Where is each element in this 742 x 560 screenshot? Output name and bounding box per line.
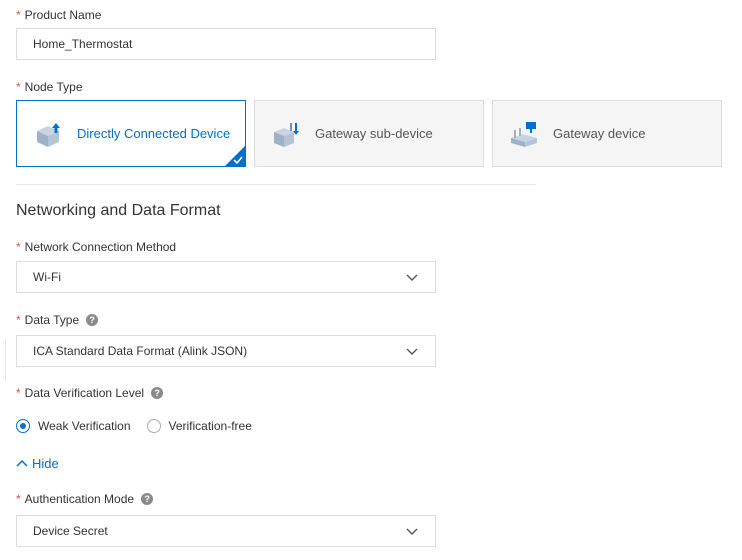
section-title: Networking and Data Format: [16, 202, 221, 219]
data-type-select[interactable]: ICA Standard Data Format (Alink JSON): [16, 335, 436, 367]
weak-verification-radio[interactable]: Weak Verification: [16, 419, 131, 433]
verification-label: * Data Verification Level ?: [16, 386, 164, 400]
section-divider: [16, 184, 536, 185]
radio-unchecked-icon: [146, 419, 161, 433]
panel-resize-handle[interactable]: [0, 340, 6, 380]
gateway-icon: [511, 121, 537, 147]
chevron-up-icon: [16, 459, 28, 467]
node-type-label: * Node Type: [16, 80, 83, 94]
network-method-label: * Network Connection Method: [16, 240, 177, 254]
node-type-gateway-card[interactable]: Gateway device: [492, 100, 722, 167]
product-name-label: * Product Name: [16, 8, 102, 22]
network-method-select[interactable]: Wi-Fi: [16, 261, 436, 293]
help-icon[interactable]: ?: [86, 314, 99, 326]
sub-device-icon: [274, 122, 299, 147]
chevron-down-icon: [406, 348, 418, 355]
help-icon[interactable]: ?: [151, 387, 164, 399]
node-type-sub-device-card[interactable]: Gateway sub-device: [254, 100, 484, 167]
chevron-down-icon: [406, 528, 418, 535]
direct-device-icon: [37, 122, 60, 147]
help-icon[interactable]: ?: [141, 493, 154, 505]
verification-radio-group: Weak Verification Verification-free: [16, 419, 268, 433]
verification-free-radio[interactable]: Verification-free: [146, 419, 252, 433]
selected-check-icon: [225, 146, 245, 166]
node-type-direct-card[interactable]: Directly Connected Device: [16, 100, 246, 167]
hide-advanced-toggle[interactable]: Hide: [16, 456, 59, 471]
product-name-input[interactable]: Home_Thermostat: [16, 28, 436, 60]
auth-mode-label: * Authentication Mode ?: [16, 492, 154, 506]
data-type-label: * Data Type ?: [16, 313, 99, 327]
radio-checked-icon: [16, 419, 30, 433]
auth-mode-select[interactable]: Device Secret: [16, 515, 436, 547]
chevron-down-icon: [406, 274, 418, 281]
